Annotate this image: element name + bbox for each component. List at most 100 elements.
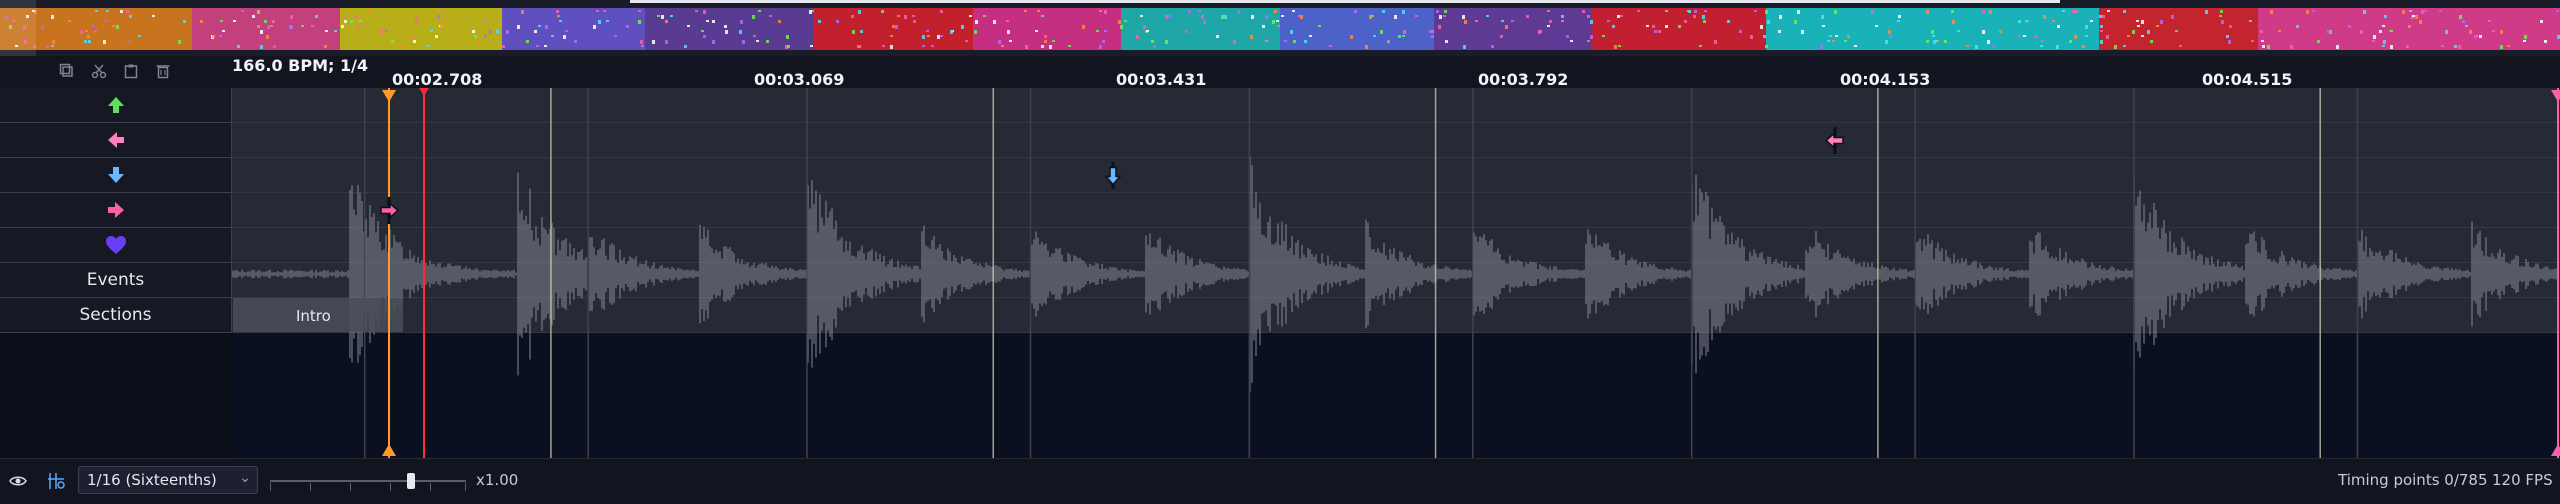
timeline-canvas[interactable]: Intro [232,88,2560,458]
speed-slider-tick [270,483,271,491]
overview-scroll-thumb[interactable] [630,0,2060,3]
track-header-left[interactable] [0,123,232,158]
overview-note-tick [2402,10,2406,14]
end-marker-top-handle[interactable] [2551,90,2560,102]
overview-note-tick [1982,10,1986,13]
overview-note-tick [896,15,900,17]
overview-note-tick [652,40,656,44]
speed-slider-tick [390,483,391,491]
overview-note-tick [1262,25,1266,28]
overview-note-tick [1187,10,1191,13]
overview-note-tick [702,10,706,14]
overview-note-tick [237,45,241,48]
track-header-right[interactable] [0,193,232,228]
overview-note-tick [1602,35,1606,37]
overview-note-tick [1251,15,1255,19]
overview-note-tick [2022,35,2026,37]
overview-note-tick [2453,45,2457,48]
speed-slider-track[interactable] [270,480,466,482]
track-header-up[interactable] [0,88,232,123]
ruler-time-label: 00:03.792 [1478,70,1569,89]
overview-note-tick [1274,10,1278,13]
end-marker-bottom-handle[interactable] [2551,444,2560,456]
overview-note-tick [1387,40,1391,42]
overview-note-tick [1103,30,1107,32]
overview-note-tick [1549,20,1553,23]
paste-icon[interactable] [120,60,142,82]
overview-note-tick [1463,20,1467,24]
overview-note-tick [851,15,855,18]
track-header-sections[interactable]: Sections [0,298,232,333]
overview-note-tick [1991,45,1995,47]
overview-note-tick [2544,40,2548,43]
overview-segment [972,8,1122,50]
overview-note-tick [1617,15,1621,18]
overview-note-tick [640,40,644,44]
playhead-handle[interactable] [418,88,430,96]
overview-note-tick [661,15,665,19]
note-left[interactable] [1824,131,1844,150]
track-label-sections: Sections [79,305,152,325]
cut-icon[interactable] [88,60,110,82]
overview-note-tick [80,30,84,34]
overview-note-tick [263,20,267,23]
overview-note-tick [105,20,109,22]
overview-viewport-window[interactable] [0,0,36,56]
overview-note-tick [1291,10,1295,12]
song-overview-strip[interactable] [0,0,2560,56]
overview-note-tick [435,35,439,38]
overview-note-tick [595,10,599,12]
copy-icon[interactable] [56,60,78,82]
audio-waveform [232,156,2559,392]
track-header-heart[interactable] [0,228,232,263]
speed-slider-thumb[interactable] [407,473,416,489]
overview-note-tick [683,45,687,48]
timing-points-count: Timing points 0/785 [2338,471,2488,489]
overview-note-tick [852,30,856,34]
overview-note-tick [67,20,71,22]
note-right[interactable] [380,201,400,220]
delete-icon[interactable] [152,60,174,82]
start-marker-top-handle[interactable] [382,90,396,102]
chevron-down-icon: ⌄ [239,470,251,486]
overview-note-tick [126,40,130,42]
snap-division-select[interactable]: 1/16 (Sixteenths) ⌄ [78,466,258,494]
overview-note-tick [809,10,813,14]
overview-note-tick [1587,40,1591,42]
overview-note-tick [891,25,895,28]
overview-note-tick [1350,35,1354,39]
overview-note-tick [1024,10,1028,12]
overview-note-tick [126,10,130,13]
overview-note-tick [2220,10,2224,13]
note-down[interactable] [1104,166,1122,186]
overview-note-tick [495,30,499,33]
overview-note-tick [926,35,930,37]
overview-note-tick [2099,30,2103,32]
overview-note-tick [889,35,893,37]
track-header-events[interactable]: Events [0,263,232,298]
overview-note-tick [665,20,669,23]
overview-note-tick [94,10,98,12]
overview-note-tick [252,15,256,18]
arrow-right-icon [107,202,124,218]
overview-note-tick [1401,10,1405,14]
timeline-area[interactable]: Intro [232,88,2560,458]
overview-note-tick [551,35,555,37]
eye-icon[interactable] [6,469,30,493]
overview-note-tick [1394,15,1398,19]
overview-note-tick [1096,30,1100,32]
playback-speed-slider[interactable] [268,469,468,493]
overview-note-tick [1658,30,1662,33]
overview-note-tick [1475,20,1479,22]
overview-note-tick [300,25,304,27]
overview-note-tick [758,10,762,12]
snap-settings-icon[interactable] [44,469,68,493]
overview-note-tick [1168,15,1172,17]
start-marker-bottom-handle[interactable] [382,444,396,456]
track-header-down[interactable] [0,158,232,193]
overview-note-tick [1292,40,1296,43]
overview-note-tick [2474,35,2478,38]
overview-note-tick [1431,35,1435,38]
overview-note-tick [786,35,790,39]
overview-note-tick [1694,10,1698,13]
